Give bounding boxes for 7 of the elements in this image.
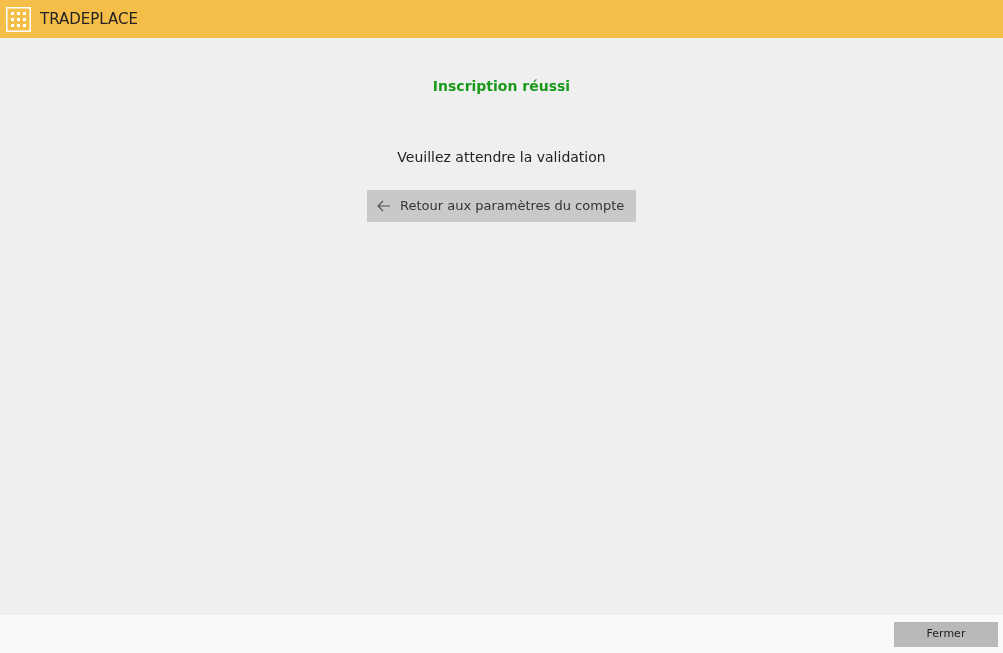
arrow-left-icon [377, 200, 391, 212]
logo-icon [6, 6, 31, 32]
close-button[interactable]: Fermer [894, 621, 998, 647]
app-title: TRADEPLACE [40, 8, 138, 30]
validation-message: Veuillez attendre la validation [397, 148, 606, 167]
success-title: Inscription réussi [432, 77, 571, 96]
back-button[interactable]: Retour aux paramètres du compte [367, 190, 636, 222]
